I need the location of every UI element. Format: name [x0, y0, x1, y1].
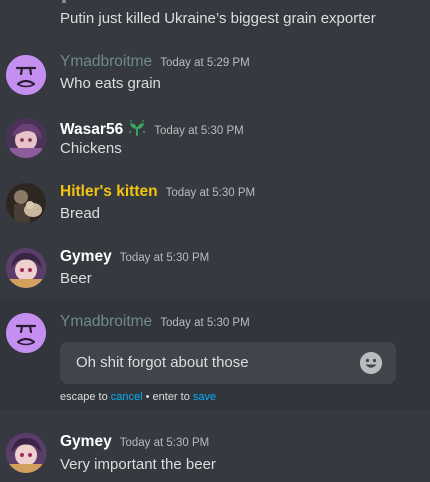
chat-messages: Putin just killed Ukraine’s biggest grai…	[0, 0, 430, 482]
photo-avatar-icon	[6, 183, 46, 223]
purple-face-icon	[6, 55, 46, 95]
timestamp: Today at 5:29 PM	[160, 57, 250, 69]
avatar[interactable]	[6, 433, 46, 473]
username[interactable]: Ymadbroitme	[60, 53, 152, 71]
emoji-icon[interactable]	[360, 352, 382, 374]
avatar[interactable]	[6, 118, 46, 158]
username[interactable]: Ymadbroitme	[60, 313, 152, 331]
timestamp: Today at 5:30 PM	[154, 125, 244, 137]
edit-hint-escape: escape to	[60, 391, 111, 403]
message-text: Bread	[60, 205, 101, 222]
timestamp: Today at 5:30 PM	[165, 187, 256, 199]
edit-message-input[interactable]: Oh shit forgot about those	[60, 342, 396, 384]
anime-avatar-icon	[6, 118, 46, 158]
message-text: Beer	[60, 270, 92, 287]
edit-input-value[interactable]: Oh shit forgot about those	[76, 354, 249, 371]
edit-hint-enter: • enter to	[142, 391, 193, 403]
message-text: Putin just killed Ukraine’s biggest grai…	[60, 10, 376, 27]
save-link[interactable]: save	[193, 391, 216, 403]
message-text: Who eats grain	[60, 75, 161, 92]
cancel-link[interactable]: cancel	[111, 391, 143, 403]
avatar[interactable]	[6, 55, 46, 95]
avatar[interactable]	[6, 313, 46, 353]
message-header: Gymey Today at 5:30 PM	[60, 248, 209, 268]
avatar[interactable]	[6, 248, 46, 288]
avatar[interactable]	[6, 183, 46, 223]
username[interactable]: Wasar56	[60, 121, 123, 139]
timestamp: Today at 5:30 PM	[160, 317, 250, 329]
username[interactable]: Gymey	[60, 248, 112, 266]
purple-face-icon	[6, 313, 46, 353]
message-header: Hitler's kitten Today at 5:30 PM	[60, 183, 255, 203]
anime-avatar-icon	[6, 248, 46, 288]
message-text: Very important the beer	[60, 456, 216, 473]
message-header: Ymadbroitme Today at 5:30 PM	[60, 313, 250, 333]
timestamp: Today at 5:30 PM	[119, 252, 210, 264]
message-header: Ymadbroitme Today at 5:29 PM	[60, 53, 250, 73]
edit-hint: escape to cancel • enter to save	[60, 391, 216, 403]
anime-avatar-icon	[6, 433, 46, 473]
timestamp: Today at 5:30 PM	[119, 437, 210, 449]
scroll-fade-mark	[62, 0, 66, 3]
username[interactable]: Hitler's kitten	[60, 183, 158, 201]
message-header: Gymey Today at 5:30 PM	[60, 433, 209, 453]
sprout-badge-icon[interactable]	[128, 120, 146, 136]
username[interactable]: Gymey	[60, 433, 112, 451]
message-text: Chickens	[60, 140, 122, 157]
message-header: Wasar56 Today at 5:30 PM	[60, 118, 244, 138]
